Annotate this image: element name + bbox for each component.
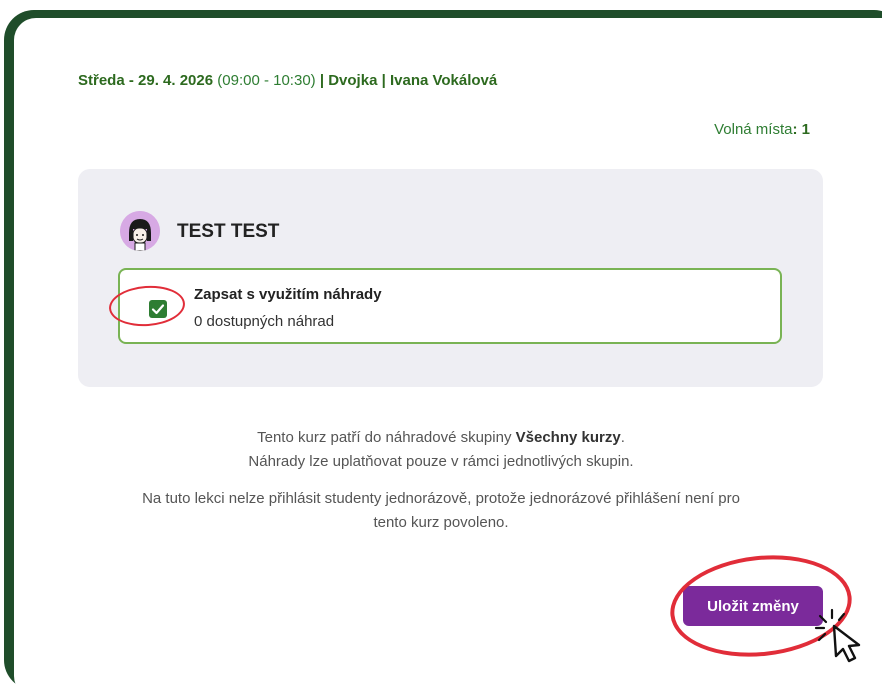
info-line-1: Tento kurz patří do náhradové skupiny Vš…	[0, 426, 882, 450]
substitution-option[interactable]: Zapsat s využitím náhrady 0 dostupných n…	[118, 268, 782, 344]
lesson-teacher: Ivana Vokálová	[389, 72, 498, 89]
free-spots: Volná místa: 1	[714, 121, 810, 138]
lesson-date: Středa - 29. 4. 2026	[78, 72, 214, 89]
header-separator: |	[381, 72, 386, 89]
substitution-option-title: Zapsat s využitím náhrady	[194, 286, 382, 303]
free-spots-label: Volná místa	[714, 121, 793, 138]
substitution-group-name: Všechny kurzy	[515, 429, 621, 446]
free-spots-value: 1	[801, 121, 810, 138]
info-line-2: Náhrady lze uplatňovat pouze v rámci jed…	[248, 453, 634, 470]
cursor-icon	[814, 608, 876, 669]
info-line-1-prefix: Tento kurz patří do náhradové skupiny	[257, 429, 512, 446]
lesson-time: (09:00 - 10:30)	[217, 72, 316, 89]
substitution-option-subtitle: 0 dostupných náhrad	[194, 313, 335, 330]
student-panel: TEST TEST Zapsat s využitím náhrady 0 do…	[78, 169, 823, 387]
info-line-3: Na tuto lekci nelze přihlásit studenty j…	[142, 490, 740, 507]
info-line-1-suffix: .	[620, 429, 625, 446]
student-name: TEST TEST	[177, 221, 280, 242]
lesson-header: Středa - 29. 4. 2026 (09:00 - 10:30) | D…	[78, 72, 497, 89]
info-line-4: tento kurz povoleno.	[373, 514, 509, 531]
avatar-icon	[120, 211, 160, 251]
lesson-group: Dvojka	[328, 72, 378, 89]
free-spots-colon: :	[792, 121, 798, 138]
header-separator: |	[319, 72, 325, 89]
